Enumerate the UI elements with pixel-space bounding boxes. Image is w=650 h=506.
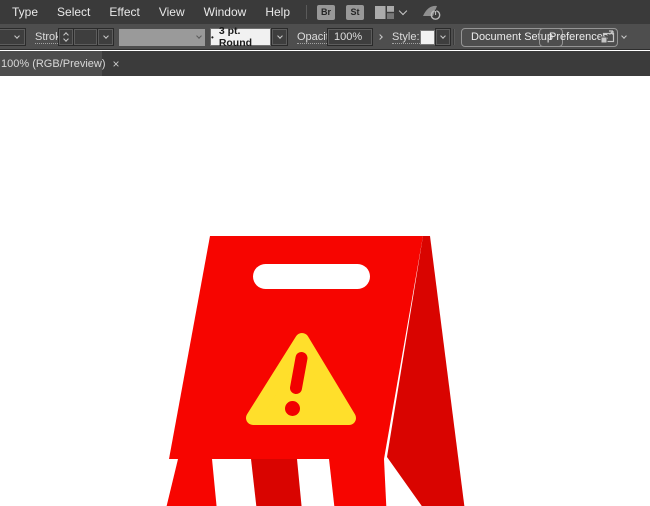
brush-preset-dropdown[interactable]: • 3 pt. Round — [210, 24, 288, 50]
brush-dot-icon: • — [211, 33, 214, 42]
menu-item-help[interactable]: Help — [265, 5, 290, 19]
menu-item-type[interactable]: Type — [12, 5, 38, 19]
exclamation-mark-dot — [285, 401, 300, 416]
workspace-switcher-icon[interactable] — [375, 6, 394, 19]
gpu-performance-icon[interactable] — [422, 4, 442, 21]
chevron-down-icon — [14, 33, 20, 39]
opacity-value: 100% — [334, 31, 362, 43]
brush-preset-value: 3 pt. Round — [219, 25, 270, 49]
arrange-documents-icon[interactable] — [600, 30, 616, 44]
tab-close-icon[interactable]: × — [113, 59, 120, 69]
document-tab[interactable]: 100% (RGB/Preview) × — [0, 51, 102, 76]
artboard-canvas[interactable] — [0, 76, 650, 506]
menu-bar: Type Select Effect View Window Help Br S… — [0, 0, 650, 24]
warning-sign-illustration[interactable] — [150, 216, 490, 506]
chevron-down-icon[interactable] — [621, 33, 627, 39]
tab-title: 100% (RGB/Preview) — [1, 58, 106, 70]
exclamation-mark-bar — [296, 358, 302, 388]
brush-preset-chevron[interactable] — [271, 28, 288, 46]
sign-handle-hole — [253, 264, 370, 289]
workspace-chevron-down-icon[interactable] — [399, 6, 407, 14]
style-swatch — [420, 30, 435, 45]
stroke-weight-stepper[interactable] — [58, 28, 74, 46]
menu-item-effect[interactable]: Effect — [109, 5, 139, 19]
fill-dropdown-partial[interactable] — [0, 24, 26, 50]
chevron-down-icon — [196, 33, 202, 39]
width-profile-dropdown[interactable] — [119, 24, 205, 50]
chevron-down-icon — [440, 33, 446, 39]
sign-front-right-leg — [329, 459, 387, 506]
stock-button[interactable]: St — [346, 5, 364, 20]
stepper-down-icon[interactable] — [63, 36, 69, 42]
stroke-weight-field[interactable] — [74, 28, 98, 46]
style-swatch-dropdown[interactable] — [420, 24, 451, 50]
menu-item-window[interactable]: Window — [204, 5, 247, 19]
tab-bar: 100% (RGB/Preview) × — [0, 51, 650, 76]
sign-back-left-leg — [251, 459, 303, 506]
menu-item-select[interactable]: Select — [57, 5, 90, 19]
bridge-button[interactable]: Br — [317, 5, 335, 20]
opacity-field[interactable]: 100% — [327, 24, 373, 50]
menubar-separator — [306, 5, 307, 19]
sign-front-left-leg — [163, 459, 218, 506]
chevron-down-icon — [103, 33, 109, 39]
menu-item-view[interactable]: View — [159, 5, 185, 19]
chevron-down-icon — [277, 33, 283, 39]
stroke-weight-control[interactable] — [58, 24, 114, 50]
stroke-weight-dropdown[interactable] — [98, 28, 114, 46]
menu-items: Type Select Effect View Window Help — [0, 5, 290, 19]
control-bar: Stroke: • 3 pt. Round Opacity: 100% — [0, 24, 650, 50]
opacity-expand-chevron-right-icon[interactable] — [377, 34, 383, 40]
style-label[interactable]: Style: — [392, 31, 420, 44]
style-chevron[interactable] — [435, 28, 451, 46]
